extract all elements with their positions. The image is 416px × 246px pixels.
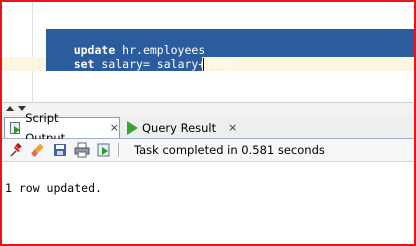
sql-keyword: where: [73, 71, 109, 85]
output-toolbar: Task completed in 0.581 seconds: [2, 139, 414, 162]
output-text: 1 row updated.: [5, 181, 102, 195]
pin-icon[interactable]: [8, 142, 24, 158]
text-caret: [203, 58, 204, 71]
code-line-1[interactable]: update hr.employees: [46, 29, 206, 57]
collapse-up-icon[interactable]: [6, 106, 14, 111]
close-icon[interactable]: ×: [110, 118, 119, 138]
tab-label: Query Result: [142, 120, 217, 135]
script-output-area[interactable]: 1 row updated.: [2, 162, 414, 244]
code-line-3[interactable]: where employee_id=110;: [46, 57, 226, 85]
sql-text: employee_id=110;: [108, 71, 227, 85]
eraser-icon[interactable]: [30, 142, 46, 158]
sql-editor[interactable]: update hr.employees set salary= salary+2…: [2, 2, 416, 102]
tab-query-result[interactable]: Query Result ×: [122, 117, 242, 138]
status-message: Task completed in 0.581 seconds: [134, 143, 325, 157]
code-line-2[interactable]: set salary= salary+2000: [46, 43, 233, 71]
script-output-icon: [8, 121, 21, 135]
gutter-divider: [32, 2, 33, 102]
print-icon[interactable]: [74, 142, 90, 158]
run-query-icon: [127, 120, 138, 135]
run-script-icon[interactable]: [96, 142, 112, 158]
tab-script-output[interactable]: Script Output ×: [4, 111, 120, 145]
toolbar-separator: [118, 143, 119, 157]
save-icon[interactable]: [52, 142, 68, 158]
close-icon[interactable]: ×: [228, 118, 237, 138]
output-tab-bar: Script Output × Query Result ×: [2, 111, 414, 145]
